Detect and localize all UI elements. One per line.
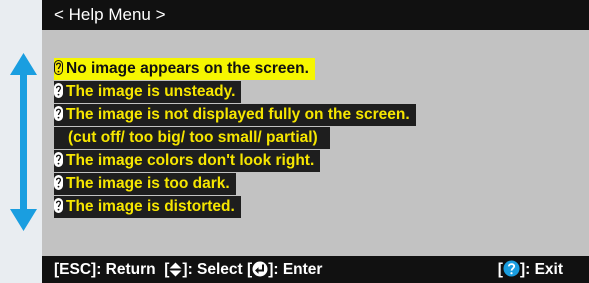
help-menu-panel: < Help Menu > No image appears on the sc… — [42, 0, 589, 283]
menu-item-highlight: The image is unsteady. — [54, 81, 242, 103]
menu-item-label: The image is too dark. — [66, 175, 230, 192]
menu-item-unsteady[interactable]: The image is unsteady. — [54, 81, 416, 103]
question-mark-icon — [54, 175, 63, 190]
menu-item-highlight: (cut off/ too big/ too small/ partial) — [54, 127, 330, 149]
menu-item-not-fully-displayed[interactable]: The image is not displayed fully on the … — [54, 104, 416, 126]
menu-item-label: The image is unsteady. — [66, 83, 236, 100]
menu-item-highlight: The image is not displayed fully on the … — [54, 104, 416, 126]
vertical-double-arrow-icon — [10, 53, 37, 231]
menu-item-label: The image is distorted. — [66, 198, 235, 215]
enter-hint-label[interactable]: ]: Enter — [268, 261, 322, 278]
footer-bar: [ESC]: Return [ ]: Select [ ]: Enter [ ]… — [42, 256, 589, 283]
menu-title: < Help Menu > — [54, 5, 166, 24]
menu-item-highlight: No image appears on the screen. — [54, 58, 315, 80]
menu-item-highlight: The image colors don't look right. — [54, 150, 321, 172]
enter-icon — [252, 261, 268, 277]
menu-item-colors[interactable]: The image colors don't look right. — [54, 150, 416, 172]
select-hint-label[interactable]: ]: Select — [182, 261, 242, 278]
menu-item-label: No image appears on the screen. — [66, 60, 309, 77]
menu-item-highlight: The image is too dark. — [54, 173, 236, 195]
up-down-arrow-icon — [169, 262, 182, 277]
title-bar: < Help Menu > — [42, 0, 589, 30]
question-mark-icon — [54, 60, 63, 75]
menu-item-distorted[interactable]: The image is distorted. — [54, 196, 416, 218]
question-mark-icon — [54, 152, 63, 167]
question-mark-icon — [54, 106, 63, 121]
question-mark-icon — [54, 198, 63, 213]
esc-return-hint[interactable]: [ESC]: Return — [54, 261, 156, 278]
menu-item-too-dark[interactable]: The image is too dark. — [54, 173, 416, 195]
footer-key-hints: [ESC]: Return [ ]: Select [ ]: Enter — [54, 256, 322, 283]
menu-item-highlight: The image is distorted. — [54, 196, 241, 218]
help-menu-list: No image appears on the screen. The imag… — [54, 58, 416, 219]
question-mark-icon — [54, 83, 63, 98]
help-icon — [503, 260, 520, 277]
menu-item-label: The image colors don't look right. — [66, 152, 315, 169]
menu-item-detail[interactable]: (cut off/ too big/ too small/ partial) — [54, 127, 416, 149]
exit-hint-label: ]: Exit — [519, 261, 563, 278]
menu-item-label: The image is not displayed fully on the … — [66, 106, 410, 123]
exit-hint[interactable]: [ ]: Exit — [498, 256, 563, 283]
menu-item-no-image[interactable]: No image appears on the screen. — [54, 58, 416, 80]
menu-item-label: (cut off/ too big/ too small/ partial) — [68, 129, 318, 146]
